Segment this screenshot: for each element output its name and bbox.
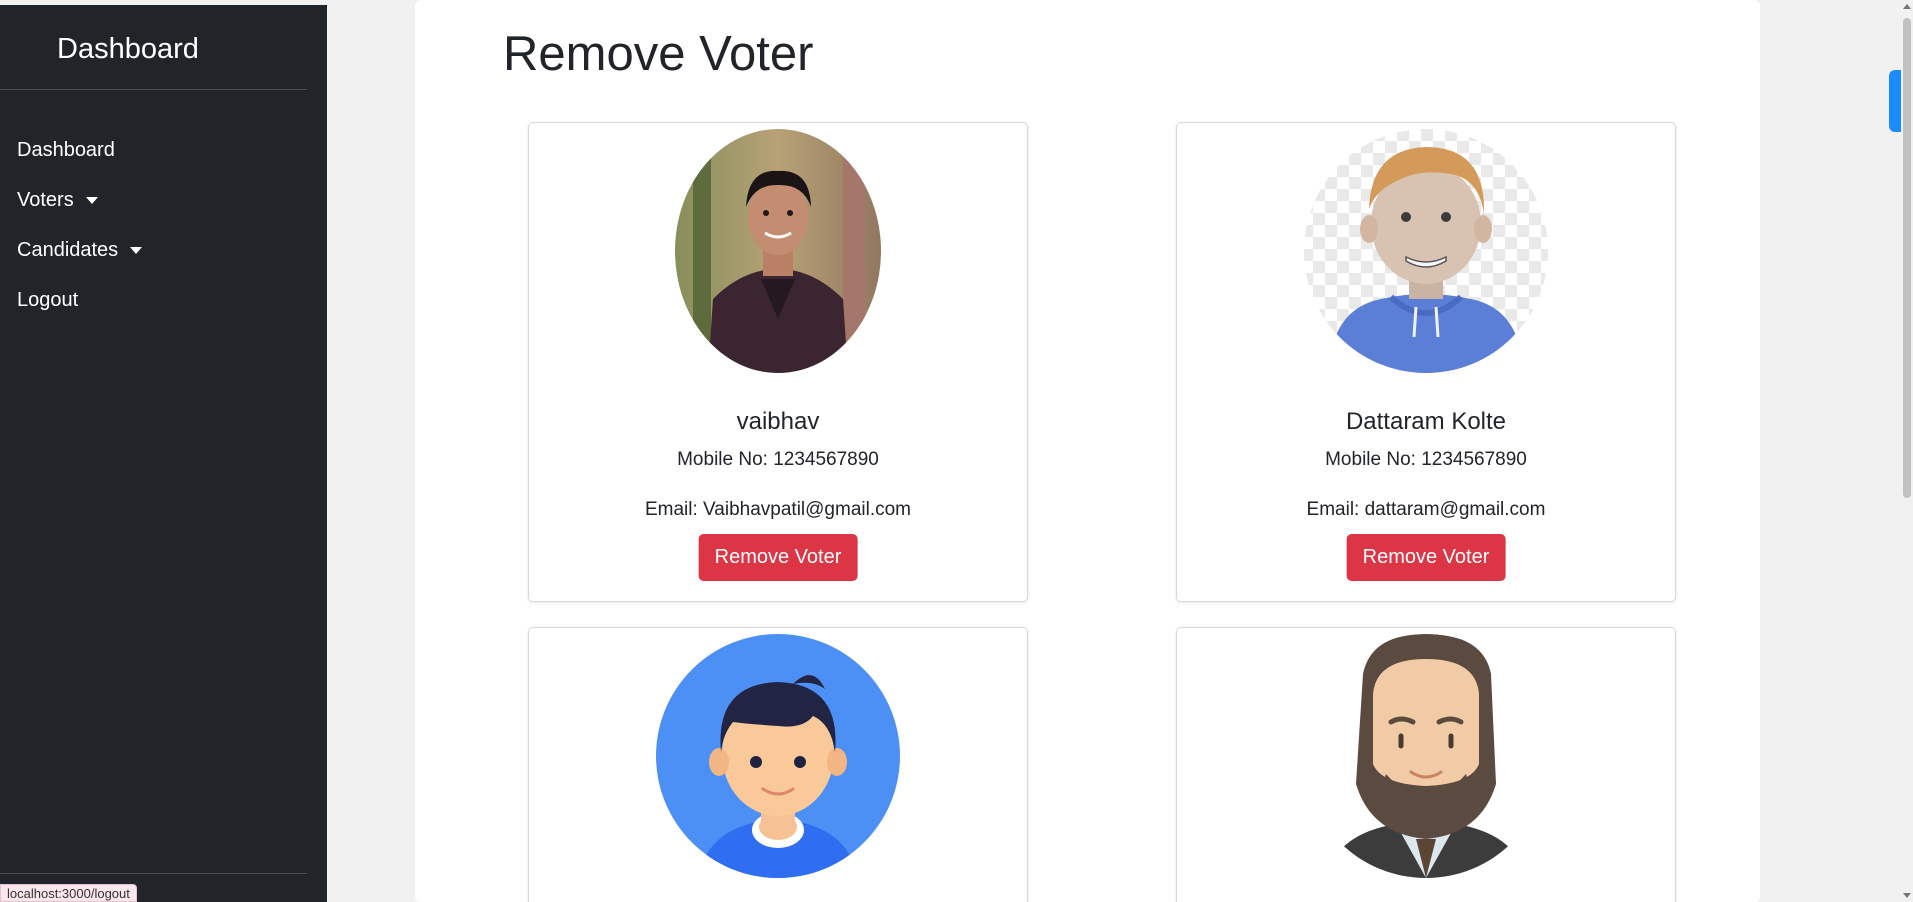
scrollbar-thumb[interactable] — [1903, 18, 1911, 498]
page-title: Remove Voter — [503, 27, 814, 81]
sidebar-item-label: Logout — [17, 288, 79, 311]
sidebar-item-candidates[interactable]: Candidates — [17, 225, 143, 275]
page-scrollbar[interactable] — [1901, 0, 1913, 902]
photo-avatar-icon — [653, 129, 903, 373]
cartoon-boy-avatar-icon — [653, 634, 903, 878]
floating-side-tab[interactable] — [1889, 70, 1901, 132]
main-panel: Remove Voter vaibhav Mobile No: 12345678… — [415, 0, 1760, 902]
caret-down-icon — [85, 196, 98, 204]
voter-mobile: Mobile No: 1234567890 — [1325, 449, 1527, 470]
voter-card: Dattaram Kolte Mobile No: 1234567890 Ema… — [1176, 122, 1676, 602]
sidebar-divider — [0, 89, 307, 90]
sidebar-title[interactable]: Dashboard — [57, 33, 199, 66]
bearded-man-avatar-icon — [1301, 634, 1551, 878]
remove-voter-button[interactable]: Remove Voter — [698, 534, 858, 581]
remove-voter-button[interactable]: Remove Voter — [1346, 534, 1506, 581]
sidebar-item-label: Voters — [17, 188, 74, 211]
voter-email: Email: dattaram@gmail.com — [1306, 499, 1546, 520]
sidebar-item-logout[interactable]: Logout — [17, 275, 142, 325]
3d-avatar-icon — [1301, 129, 1551, 373]
sidebar-bottom-divider — [0, 873, 307, 874]
voter-email: Email: Vaibhavpatil@gmail.com — [644, 499, 912, 520]
sidebar-item-voters[interactable]: Voters — [17, 175, 142, 225]
voter-name: Dattaram Kolte — [1345, 408, 1507, 435]
voter-mobile: Mobile No: 1234567890 — [677, 449, 879, 470]
caret-down-icon — [130, 246, 143, 254]
sidebar-item-dashboard[interactable]: Dashboard — [17, 125, 142, 175]
sidebar: Dashboard Dashboard Voters Candidates Lo… — [0, 5, 327, 902]
scroll-up-arrow-icon[interactable] — [1903, 4, 1911, 9]
sidebar-item-label: Dashboard — [17, 138, 115, 161]
status-bar-url: localhost:3000/logout — [0, 884, 137, 902]
sidebar-item-label: Candidates — [17, 238, 119, 261]
scroll-down-arrow-icon[interactable] — [1903, 893, 1911, 898]
voter-card — [1176, 627, 1676, 902]
sidebar-nav: Dashboard Voters Candidates Logout — [17, 125, 143, 325]
voter-card — [528, 627, 1028, 902]
voter-card: vaibhav Mobile No: 1234567890 Email: Vai… — [528, 122, 1028, 602]
voter-name: vaibhav — [736, 408, 820, 435]
